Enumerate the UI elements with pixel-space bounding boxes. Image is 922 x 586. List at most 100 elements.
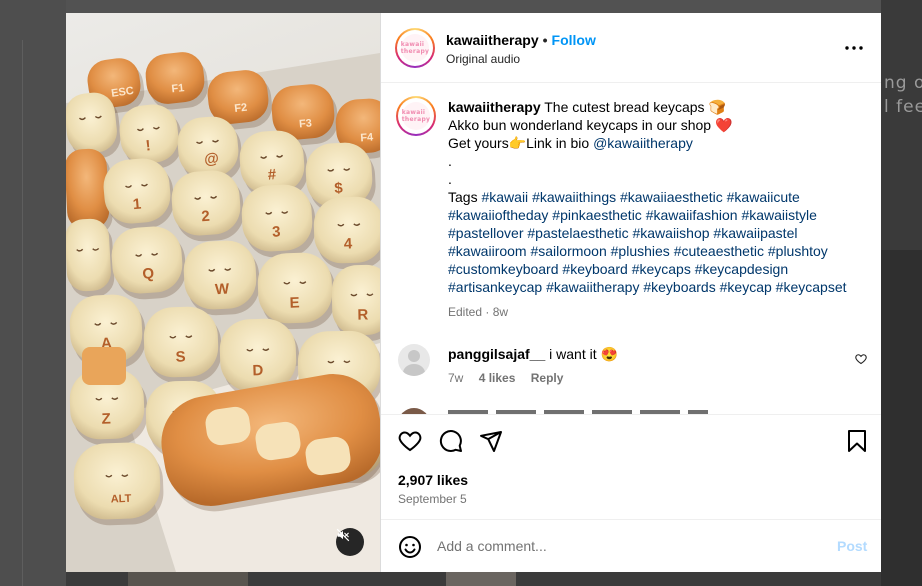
hashtag-link[interactable]: #kawaiithings bbox=[532, 189, 616, 205]
mention-link[interactable]: @kawaiitherapy bbox=[593, 135, 693, 151]
hashtag-link[interactable]: #kawaii bbox=[481, 189, 528, 205]
hashtag-link[interactable]: #artisankeycap bbox=[448, 279, 542, 295]
keycap-legend: E bbox=[289, 294, 300, 311]
comment-likes-link[interactable]: 4 likes bbox=[479, 371, 516, 385]
keycap-legend: F3 bbox=[299, 117, 313, 130]
hashtag-link[interactable]: #kawaiistyle bbox=[741, 207, 816, 223]
hashtag-link[interactable]: #sailormoon bbox=[530, 243, 606, 259]
keycap-legend: Q bbox=[142, 265, 155, 283]
hashtag-link[interactable]: #kawaiishop bbox=[632, 225, 709, 241]
hashtag-link[interactable]: #pastellover bbox=[448, 225, 524, 241]
follow-button[interactable]: Follow bbox=[552, 32, 596, 48]
keycap-legend: 3 bbox=[272, 223, 281, 240]
comments-list[interactable]: kawaii therapy kawaiitherapy The cutest … bbox=[381, 84, 881, 414]
muted-speaker-icon bbox=[336, 528, 350, 542]
keycap-legend: F2 bbox=[234, 102, 248, 115]
hashtag-link[interactable]: #keycap bbox=[720, 279, 772, 295]
meta-separator: · bbox=[485, 305, 490, 319]
keycap-legend: D bbox=[252, 362, 264, 379]
more-options-button[interactable] bbox=[843, 39, 865, 57]
post-comment-button[interactable]: Post bbox=[837, 538, 867, 554]
follow-separator: • bbox=[542, 32, 548, 48]
backdrop-text-2: l fee bbox=[884, 97, 922, 117]
original-audio-link[interactable]: Original audio bbox=[446, 52, 520, 66]
avatar-logo: kawaii therapy bbox=[401, 33, 430, 63]
comment-icon bbox=[439, 430, 462, 453]
hashtag-link[interactable]: #keyboards bbox=[643, 279, 715, 295]
backdrop-bottom-strip bbox=[66, 572, 881, 586]
comment-button[interactable] bbox=[439, 429, 463, 458]
hashtag-link[interactable]: #keycaps bbox=[632, 261, 691, 277]
more-horizontal-icon bbox=[845, 46, 863, 50]
keycap-legend: 1 bbox=[132, 196, 142, 214]
like-button[interactable] bbox=[398, 429, 422, 458]
tags-prefix: Tags bbox=[448, 189, 482, 205]
likes-count[interactable]: 2,907 likes bbox=[398, 472, 468, 488]
keycap-legend: @ bbox=[204, 150, 220, 168]
caption-line-1: The cutest bread keycaps 🍞 bbox=[544, 99, 726, 115]
caption-dot-line: . bbox=[448, 171, 452, 187]
hashtag-link[interactable]: #kawaiicute bbox=[727, 189, 800, 205]
caption-author-avatar[interactable]: kawaii therapy bbox=[396, 96, 436, 136]
hashtag-link[interactable]: #kawaiiaesthetic bbox=[620, 189, 723, 205]
caption-age: 8w bbox=[492, 305, 509, 319]
hashtag-link[interactable]: #kawaiitherapy bbox=[546, 279, 639, 295]
commenter-avatar[interactable] bbox=[398, 344, 430, 376]
actions-divider bbox=[381, 414, 881, 415]
post-caption: kawaiitherapy The cutest bread keycaps 🍞… bbox=[448, 98, 868, 296]
keycap-legend: R bbox=[357, 306, 368, 323]
hashtag-link[interactable]: #plushies bbox=[611, 243, 670, 259]
hashtag-block: Tags #kawaii #kawaiithings #kawaiiaesthe… bbox=[448, 188, 868, 296]
comment: panggilsajaf__ i want it 😍 bbox=[448, 346, 618, 363]
hashtag-link[interactable]: #pastelaesthetic bbox=[527, 225, 628, 241]
keycap-legend: S bbox=[175, 348, 186, 365]
hashtag-link[interactable]: #pinkaesthetic bbox=[552, 207, 642, 223]
backdrop-text-1: ng o bbox=[884, 73, 922, 93]
comment-age: 7w bbox=[448, 371, 464, 385]
add-comment-bar: Post bbox=[381, 519, 881, 572]
keycap: E bbox=[257, 252, 336, 330]
comment-like-button[interactable] bbox=[855, 352, 867, 370]
keycap: S bbox=[143, 306, 222, 384]
heart-icon bbox=[855, 354, 867, 365]
commenter-username[interactable]: panggilsajaf__ bbox=[448, 346, 545, 362]
keycap-legend: F1 bbox=[171, 82, 185, 95]
hashtag-link[interactable]: #cuteaesthetic bbox=[674, 243, 764, 259]
heart-icon bbox=[398, 431, 422, 452]
hashtag-link[interactable]: #keycapset bbox=[776, 279, 847, 295]
emoji-button[interactable] bbox=[398, 535, 422, 564]
hashtag-link[interactable]: #kawaiiroom bbox=[448, 243, 527, 259]
hashtag-link[interactable]: #kawaiipastel bbox=[713, 225, 797, 241]
backdrop-left-panel bbox=[0, 0, 66, 586]
caption-line-2: Akko bun wonderland keycaps in our shop … bbox=[448, 117, 733, 133]
toast-keycap bbox=[82, 347, 126, 385]
reply-button[interactable]: Reply bbox=[531, 371, 564, 385]
avatar-logo: kawaii therapy bbox=[402, 101, 431, 131]
save-button[interactable] bbox=[846, 429, 868, 458]
hashtag-link[interactable]: #kawaiioftheday bbox=[448, 207, 548, 223]
keycap: ALT bbox=[73, 442, 164, 526]
hashtag-link[interactable]: #customkeyboard bbox=[448, 261, 559, 277]
keycap-legend: 4 bbox=[344, 235, 354, 252]
share-icon bbox=[480, 431, 502, 452]
hashtag-link[interactable]: #kawaiifashion bbox=[646, 207, 738, 223]
keycap-legend: Z bbox=[101, 410, 111, 427]
hashtag-link[interactable]: #keyboard bbox=[562, 261, 627, 277]
keycap-legend: 2 bbox=[201, 208, 211, 226]
hashtag-link[interactable]: #plushtoy bbox=[768, 243, 828, 259]
post-date: September 5 bbox=[398, 492, 467, 506]
keycap-legend: F4 bbox=[360, 131, 375, 144]
author-avatar[interactable]: kawaii therapy bbox=[395, 28, 435, 68]
author-username[interactable]: kawaiitherapy bbox=[446, 32, 539, 48]
keycap-legend: ALT bbox=[111, 493, 132, 506]
hashtag-link[interactable]: #keycapdesign bbox=[695, 261, 788, 277]
comment-input[interactable] bbox=[437, 530, 817, 562]
mute-button[interactable] bbox=[336, 528, 364, 556]
backdrop-right-photo bbox=[881, 250, 922, 586]
caption-line-3: Get yours👉Link in bio bbox=[448, 135, 594, 151]
post-video[interactable]: ESCF1F2F3F4!@#$1234QWERASDFZXCVALT bbox=[66, 13, 380, 572]
backdrop-right-panel bbox=[881, 0, 922, 250]
caption-username[interactable]: kawaiitherapy bbox=[448, 99, 541, 115]
comment-text: i want it 😍 bbox=[549, 346, 618, 362]
share-button[interactable] bbox=[479, 429, 503, 458]
